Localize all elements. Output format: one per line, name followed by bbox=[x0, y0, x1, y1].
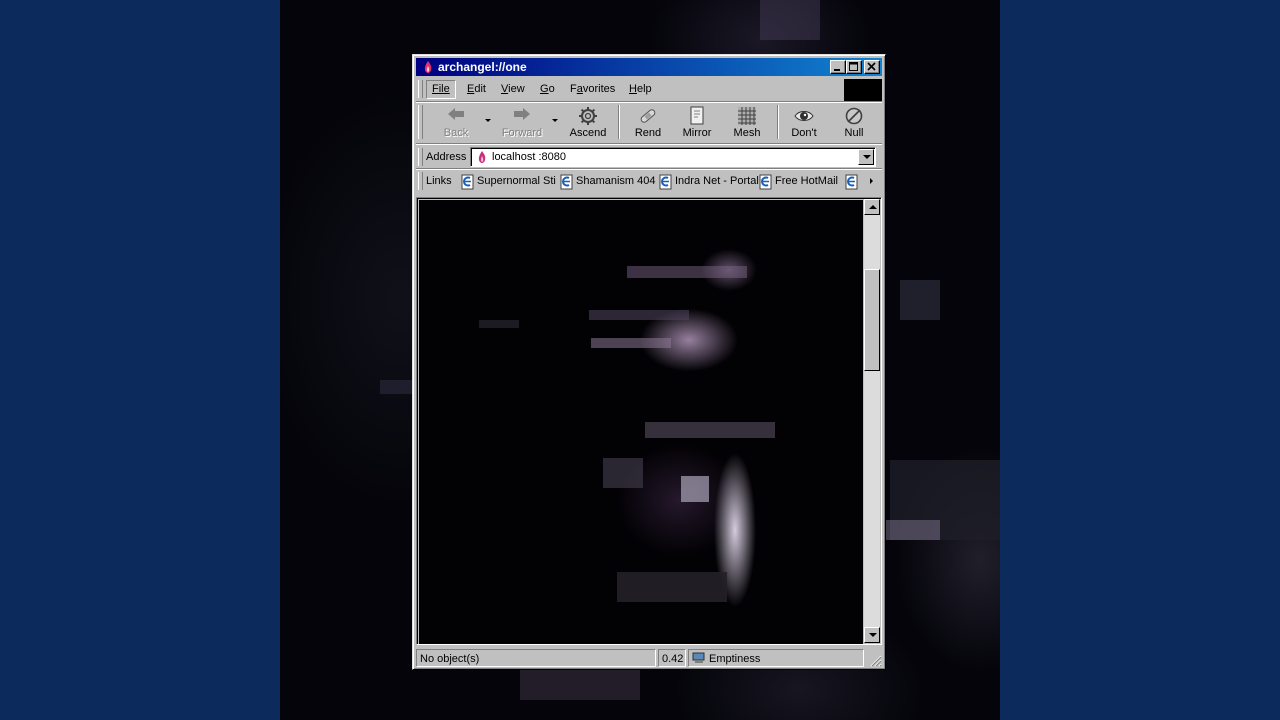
ie-page-icon bbox=[845, 174, 858, 190]
back-dropdown-arrow[interactable] bbox=[485, 119, 491, 122]
throbber-logo bbox=[844, 79, 882, 101]
address-input[interactable]: localhost :8080 bbox=[470, 147, 876, 167]
address-label: Address bbox=[426, 151, 467, 163]
toolbar-grip[interactable] bbox=[418, 105, 423, 139]
menu-edit[interactable]: Edit bbox=[467, 83, 486, 96]
grid-icon bbox=[738, 107, 756, 125]
chevron-down-icon bbox=[863, 155, 871, 159]
status-bar: No object(s) 0.42 Emptiness bbox=[416, 649, 882, 667]
back-button[interactable]: Back bbox=[436, 103, 476, 141]
status-pane-value: 0.42 bbox=[658, 649, 686, 667]
minimize-button[interactable] bbox=[830, 60, 846, 74]
computer-icon bbox=[692, 652, 705, 663]
status-zone: Emptiness bbox=[709, 653, 761, 665]
window-title: archangel://one bbox=[438, 60, 527, 74]
forward-dropdown-arrow[interactable] bbox=[552, 119, 558, 122]
title-bar[interactable]: archangel://one bbox=[416, 58, 882, 76]
forward-button[interactable]: Forward bbox=[500, 103, 544, 141]
links-label: Links bbox=[426, 175, 452, 187]
null-icon bbox=[845, 107, 863, 125]
ie-page-icon bbox=[759, 174, 772, 190]
arrow-left-icon bbox=[448, 108, 464, 120]
flame-icon bbox=[478, 151, 486, 163]
arrow-right-icon bbox=[514, 108, 530, 120]
browser-window: archangel://one File Edit View Go Favori… bbox=[412, 54, 886, 670]
ie-page-icon bbox=[659, 174, 672, 190]
content-frame bbox=[416, 197, 882, 645]
eye-icon bbox=[794, 111, 814, 121]
linksbar-grip[interactable] bbox=[418, 172, 423, 190]
minimize-icon bbox=[834, 69, 840, 71]
scroll-up-button[interactable] bbox=[864, 199, 880, 215]
address-dropdown-button[interactable] bbox=[858, 149, 874, 165]
menu-file[interactable]: File bbox=[426, 80, 456, 99]
dont-button[interactable]: Don't bbox=[784, 103, 824, 141]
address-bar: Address localhost :8080 bbox=[416, 146, 882, 168]
links-bar: Links Supernormal Sti Shamanism 404 Indr… bbox=[416, 170, 882, 192]
chevron-down-icon bbox=[869, 633, 877, 637]
toolbar-separator bbox=[618, 105, 620, 139]
menubar-grip[interactable] bbox=[418, 80, 423, 98]
rend-button[interactable]: Rend bbox=[628, 103, 668, 141]
flame-icon bbox=[424, 61, 432, 73]
menu-bar: File Edit View Go Favorites Help bbox=[416, 78, 882, 101]
status-pane-zone: Emptiness bbox=[688, 649, 864, 667]
toolbar: Back Forward Ascend Rend Mirror Mesh Don… bbox=[416, 103, 882, 143]
scroll-thumb[interactable] bbox=[864, 269, 880, 371]
chevron-up-icon bbox=[869, 205, 877, 209]
addressbar-grip[interactable] bbox=[418, 148, 423, 166]
address-value: localhost :8080 bbox=[492, 151, 566, 163]
gear-icon bbox=[579, 107, 597, 125]
maximize-icon bbox=[849, 62, 858, 71]
toolbar-separator bbox=[777, 105, 779, 139]
resize-grip[interactable] bbox=[868, 653, 882, 667]
menu-view[interactable]: View bbox=[501, 83, 525, 96]
close-button[interactable] bbox=[864, 60, 880, 74]
divider bbox=[416, 143, 882, 145]
null-button[interactable]: Null bbox=[834, 103, 874, 141]
menu-go[interactable]: Go bbox=[540, 83, 555, 96]
ie-page-icon bbox=[461, 174, 474, 190]
maximize-button[interactable] bbox=[846, 60, 862, 74]
page-image bbox=[419, 200, 863, 644]
bandage-icon bbox=[640, 109, 656, 123]
chevron-right-icon[interactable] bbox=[870, 178, 873, 184]
status-pane-main: No object(s) bbox=[416, 649, 656, 667]
vertical-scrollbar[interactable] bbox=[864, 199, 880, 643]
mesh-button[interactable]: Mesh bbox=[726, 103, 768, 141]
close-icon bbox=[867, 62, 876, 71]
link-overflow[interactable] bbox=[844, 173, 862, 190]
menu-help[interactable]: Help bbox=[629, 83, 652, 96]
mirror-button[interactable]: Mirror bbox=[676, 103, 718, 141]
scroll-down-button[interactable] bbox=[864, 627, 880, 643]
ie-page-icon bbox=[560, 174, 573, 190]
ascend-button[interactable]: Ascend bbox=[566, 103, 610, 141]
document-icon bbox=[690, 106, 704, 125]
status-value: 0.42 bbox=[662, 653, 684, 665]
status-text: No object(s) bbox=[420, 653, 480, 665]
menu-favorites[interactable]: Favorites bbox=[570, 83, 615, 96]
